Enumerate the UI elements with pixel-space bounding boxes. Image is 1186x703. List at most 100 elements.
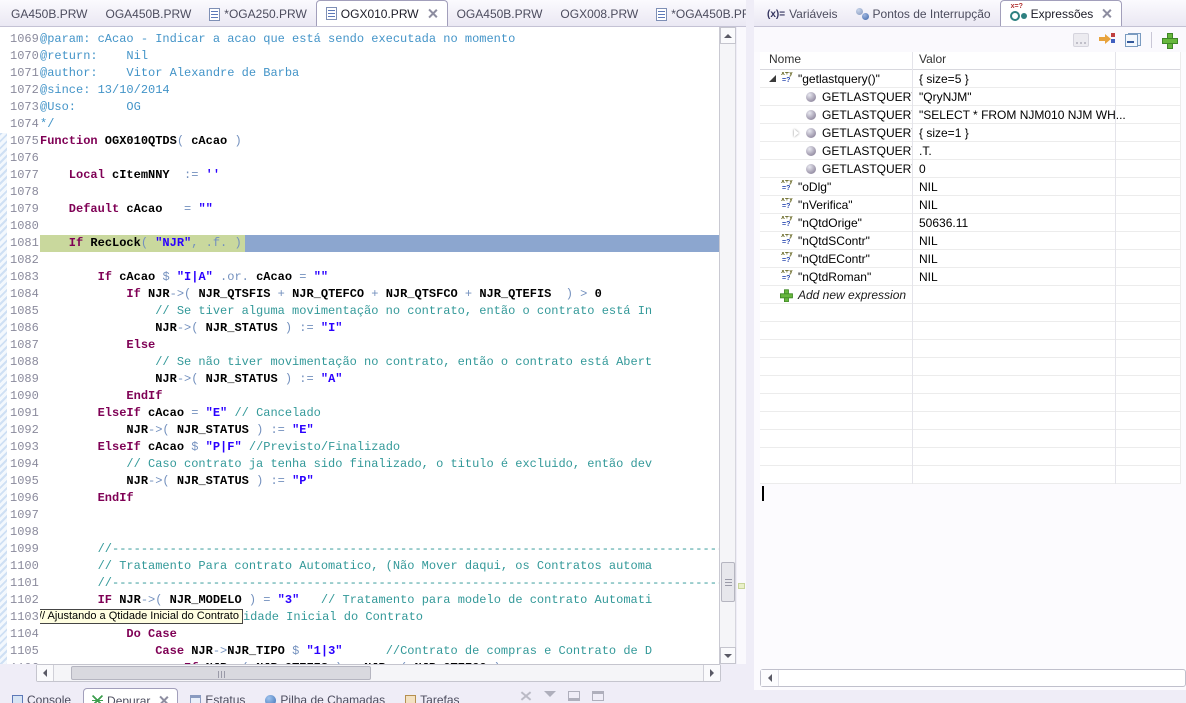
expression-row[interactable]: GETLASTQUERY(0 (760, 160, 1180, 178)
tab-label: *OGA250.PRW (224, 7, 306, 21)
maximize-icon[interactable] (592, 691, 604, 701)
minimize-icon[interactable] (568, 691, 580, 701)
line-number: 1089 (0, 371, 40, 388)
expression-name: GETLASTQUERY( (822, 126, 912, 140)
line-number: 1069 (0, 31, 40, 48)
expression-row[interactable]: GETLASTQUERY("SELECT * FROM NJM010 NJM W… (760, 106, 1180, 124)
expression-name: "nQtdOrige" (798, 216, 862, 230)
editor-tab-oga450b-prw[interactable]: OGA450B.PRW (448, 2, 552, 26)
horizontal-scrollbar-thumb[interactable] (71, 666, 371, 680)
code-text (40, 524, 719, 541)
collapse-arrow-icon[interactable] (766, 74, 780, 84)
editor-tab-ogx008-prw[interactable]: OGX008.PRW (551, 2, 647, 26)
add-expression-icon[interactable] (1162, 33, 1176, 47)
code-text: //--------------------------------------… (40, 541, 719, 558)
expression-row[interactable]: "nQtdEContr"NIL (760, 250, 1180, 268)
code-line: 1078 (0, 184, 719, 201)
sphere-icon (804, 90, 822, 104)
tab-label: Variáveis (789, 7, 837, 21)
expression-value: { size=5 } (912, 72, 1180, 86)
column-header-valor[interactable]: Valor (912, 52, 1180, 69)
expression-row[interactable]: GETLASTQUERY(.T. (760, 142, 1180, 160)
pane-divider[interactable] (746, 0, 754, 703)
expression-row[interactable]: Add new expression (760, 286, 1180, 304)
collapse-all-icon[interactable] (1125, 33, 1141, 47)
line-number: 1104 (0, 626, 40, 643)
scroll-up-icon[interactable] (720, 27, 736, 44)
panel-tab-pontos-de-interrup-o[interactable]: Pontos de Interrupção (847, 2, 1000, 26)
scroll-right-icon[interactable] (703, 665, 720, 681)
code-text: ElseIf cAcao $ "P|F" //Previsto/Finaliza… (40, 439, 719, 456)
code-editor[interactable]: 1069@param: cAcao - Indicar a acao que e… (0, 27, 719, 664)
line-number: 1101 (0, 575, 40, 592)
bottom-tab-estatus[interactable]: Estatus (182, 688, 253, 703)
table-header: Nome Valor (760, 52, 1180, 70)
sphere-icon (804, 126, 822, 140)
annotation-marker[interactable] (738, 583, 745, 589)
tab-label: OGA450B.PRW (105, 7, 191, 21)
code-line: 1086 NJR->( NJR_STATUS ) := "I" (0, 320, 719, 337)
close-icon[interactable] (158, 695, 169, 703)
expression-row[interactable]: "getlastquery()" { size=5 } (760, 70, 1180, 88)
tab-label: Console (27, 693, 71, 703)
expression-row[interactable]: "nVerifica"NIL (760, 196, 1180, 214)
expressions-icon (1010, 7, 1027, 20)
panel-tab-bar: Variáveis Pontos de InterrupçãoExpressões (754, 0, 1186, 27)
code-text: @Uso: OG (40, 99, 719, 116)
expression-row[interactable]: GETLASTQUERY({ size=1 } (760, 124, 1180, 142)
expression-name-cell: GETLASTQUERY( (760, 144, 912, 158)
close-icon[interactable] (1101, 8, 1112, 19)
expression-name: GETLASTQUERY( (822, 162, 912, 176)
editor-tab-oga450b-prw[interactable]: OGA450B.PRW (96, 2, 200, 26)
expression-name: GETLASTQUERY( (822, 144, 912, 158)
expression-name: "getlastquery()" (798, 72, 880, 86)
editor-tab-ga450b-prw[interactable]: GA450B.PRW (2, 2, 96, 26)
empty-row (760, 358, 1180, 376)
scroll-left-icon[interactable] (761, 670, 779, 686)
scroll-left-icon[interactable] (37, 665, 54, 681)
expander-spacer (766, 290, 780, 300)
column-divider[interactable] (1115, 52, 1116, 484)
bottom-tab-tarefas[interactable]: Tarefas (397, 688, 467, 703)
expression-row[interactable]: "nQtdSContr"NIL (760, 232, 1180, 250)
expression-name-cell: "nQtdSContr" (760, 234, 912, 248)
bottom-tab-pilha-de-chamadas[interactable]: Pilha de Chamadas (257, 688, 393, 703)
expander-spacer (790, 146, 804, 156)
disconnect-icon[interactable] (520, 691, 532, 701)
code-line: 1087 Else (0, 337, 719, 354)
expression-value: NIL (912, 180, 1180, 194)
expression-row[interactable]: "oDlg"NIL (760, 178, 1180, 196)
vertical-scrollbar-thumb[interactable] (721, 562, 735, 602)
expression-row[interactable]: "nQtdRoman"NIL (760, 268, 1180, 286)
code-text: // Tratamento Para contrato Automatico, … (40, 558, 719, 575)
line-number: 1087 (0, 337, 40, 354)
toolbar-separator (1151, 32, 1152, 48)
expression-row[interactable]: "nQtdOrige"50636.11 (760, 214, 1180, 232)
bottom-tab-console[interactable]: Console (4, 688, 79, 703)
filter-icon[interactable] (544, 691, 556, 701)
expression-name: Add new expression (798, 288, 906, 302)
editor-vertical-scrollbar[interactable] (719, 27, 736, 664)
close-icon[interactable] (427, 8, 438, 19)
editor-tab-ogx010-prw[interactable]: OGX010.PRW (316, 0, 448, 26)
code-line: 1095 NJR->( NJR_STATUS ) := "P" (0, 473, 719, 490)
panel-tab-vari-veis[interactable]: Variáveis (758, 2, 847, 26)
code-text: Else (40, 337, 719, 354)
expressions-table: Nome Valor "getlastquery()" { size=5 } GET… (760, 52, 1181, 484)
expander-spacer (766, 200, 780, 210)
editor-horizontal-scrollbar[interactable] (36, 664, 721, 682)
expression-row[interactable]: GETLASTQUERY("QryNJM" (760, 88, 1180, 106)
bottom-tab-depurar[interactable]: Depurar (83, 688, 178, 703)
panel-horizontal-scrollbar[interactable] (760, 669, 1186, 687)
column-divider[interactable] (912, 52, 913, 484)
editor-tab-oga250-prw[interactable]: *OGA250.PRW (200, 2, 315, 26)
column-header-nome[interactable]: Nome (760, 52, 912, 69)
overview-ruler (737, 27, 746, 664)
expand-arrow-icon[interactable] (790, 128, 804, 138)
panel-tab-express-es[interactable]: Expressões (1000, 0, 1123, 26)
show-logical-structure-icon[interactable] (1099, 33, 1115, 47)
code-line: 1091 ElseIf cAcao = "E" // Cancelado (0, 405, 719, 422)
scroll-down-icon[interactable] (720, 647, 736, 664)
tab-label: OGX010.PRW (341, 7, 419, 21)
table-rows: "getlastquery()"{ size=5 }GETLASTQUERY("… (760, 70, 1180, 484)
